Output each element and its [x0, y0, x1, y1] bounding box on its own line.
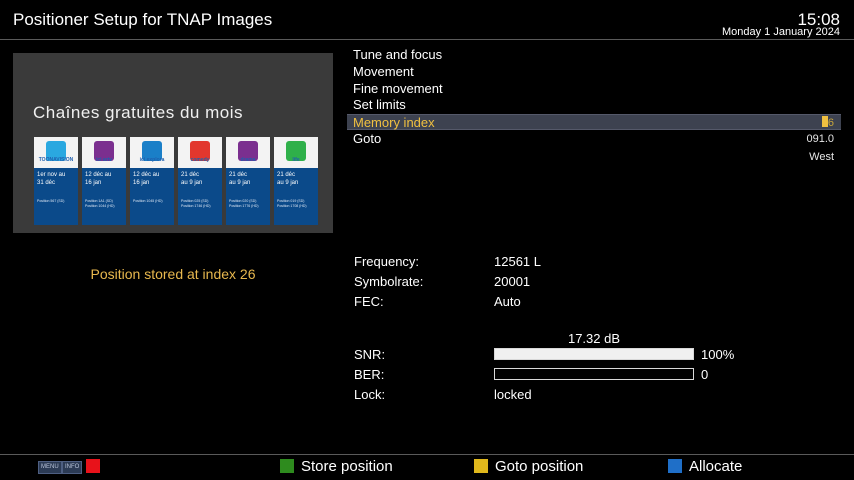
yellow-key-icon[interactable]: [474, 459, 488, 473]
channel-logo: drama: [226, 137, 270, 168]
channel-logo: life: [274, 137, 318, 168]
goto-position-button[interactable]: Goto position: [495, 458, 583, 475]
lock-label: Lock:: [354, 387, 386, 402]
channel-dates: 12 déc au 16 jan: [133, 172, 160, 186]
menu-item-movement[interactable]: Movement: [347, 64, 841, 80]
menu-item-goto[interactable]: Goto 091.0: [347, 131, 841, 147]
blue-key-icon[interactable]: [668, 459, 682, 473]
channel-logo-text: comedy: [190, 157, 210, 163]
channel-card: drama 21 déc au 9 jan Position 020 (SD) Po…: [226, 137, 270, 225]
preview-title: Chaînes gratuites du mois: [33, 103, 243, 122]
channel-card: life 21 déc au 9 jan Position 019 (SD) Pos…: [274, 137, 318, 225]
ber-bar: [494, 368, 694, 380]
channel-card: TOONAVISION 1er nov au 31 déc Position 56…: [34, 137, 78, 225]
menu-item-set-limits[interactable]: Set limits: [347, 97, 841, 113]
menu-item-fine-movement[interactable]: Fine movement: [347, 81, 841, 97]
ber-label: BER:: [354, 367, 385, 382]
snr-percent: 100%: [701, 347, 735, 362]
channel-card: comedy 21 déc au 9 jan Position 025 (SD) P…: [178, 137, 222, 225]
channel-logo-text: life: [292, 157, 300, 163]
ber-value: 0: [701, 367, 709, 382]
lock-value: locked: [494, 387, 532, 402]
channel-logo: comedy: [178, 137, 222, 168]
channel-position: Position 020 (SD) Position 1776 (HD): [229, 199, 259, 208]
snr-db-value: 17.32 dB: [567, 331, 621, 346]
fec-value: Auto: [494, 294, 521, 309]
channel-position: Position 1A1 (SD) Position 1044 (HD): [85, 199, 115, 208]
menu-button[interactable]: MENU: [38, 461, 62, 474]
fec-label: FEC:: [354, 294, 384, 309]
allocate-button[interactable]: Allocate: [689, 458, 742, 475]
channel-dates: 21 déc au 9 jan: [181, 172, 203, 186]
channel-position: Position 019 (SD) Position 1708 (HD): [277, 199, 307, 208]
snr-bar: [494, 348, 694, 360]
snr-bar-fill: [495, 349, 693, 359]
menu-item-label: Tune and focus: [353, 47, 443, 62]
footer-divider: [0, 454, 854, 455]
frequency-value: 12561 L: [494, 254, 541, 269]
menu-item-label: Fine movement: [353, 81, 443, 96]
header-divider: [0, 39, 854, 40]
store-position-button[interactable]: Store position: [301, 458, 393, 475]
channel-logo-text: ici explora: [139, 157, 165, 163]
channel-logo-text: ici artv: [95, 157, 113, 163]
channel-dates: 1er nov au 31 déc: [37, 172, 66, 186]
channel-dates: 12 déc au 16 jan: [85, 172, 112, 186]
channel-logo: ici explora: [130, 137, 174, 168]
channel-dates: 21 déc au 9 jan: [229, 172, 251, 186]
goto-direction: West: [809, 151, 834, 163]
channel-logo: TOONAVISION: [34, 137, 78, 168]
date: Monday 1 January 2024: [721, 26, 840, 38]
menu-item-label: Memory index: [353, 115, 435, 130]
channel-card: ici artv 12 déc au 16 jan Position 1A1 (S…: [82, 137, 126, 225]
channel-position: Position 567 (SD): [37, 199, 65, 203]
menu-item-label: Movement: [353, 64, 414, 79]
menu-item-tune-and-focus[interactable]: Tune and focus: [347, 47, 841, 63]
symbolrate-value: 20001: [494, 274, 531, 289]
status-message: Position stored at index 26: [90, 266, 256, 282]
menu-item-label: Set limits: [353, 97, 406, 112]
goto-position-value: 091.0: [806, 133, 834, 145]
channel-position: Position 1045 (HD): [133, 199, 163, 203]
info-button[interactable]: INFO: [62, 461, 83, 474]
memory-index-value: 6: [827, 117, 834, 129]
memory-index-input[interactable]: 6: [821, 115, 834, 131]
channel-position: Position 025 (SD) Position 1746 (HD): [181, 199, 211, 208]
snr-label: SNR:: [354, 347, 386, 362]
frequency-label: Frequency:: [354, 254, 420, 269]
channel-logo: ici artv: [82, 137, 126, 168]
channel-logo-text: TOONAVISION: [38, 157, 74, 163]
channel-card: ici explora 12 déc au 16 jan Position 104…: [130, 137, 174, 225]
window-title: Positioner Setup for TNAP Images: [13, 10, 273, 29]
channel-logo-text: drama: [240, 157, 256, 163]
symbolrate-label: Symbolrate:: [354, 274, 424, 289]
tv-preview: Chaînes gratuites du mois TOONAVISION 1e…: [13, 53, 333, 233]
green-key-icon[interactable]: [280, 459, 294, 473]
menu-item-memory-index[interactable]: Memory index 6: [347, 114, 841, 130]
red-key-icon[interactable]: [86, 459, 100, 473]
channel-dates: 21 déc au 9 jan: [277, 172, 299, 186]
menu-item-label: Goto: [353, 131, 382, 146]
